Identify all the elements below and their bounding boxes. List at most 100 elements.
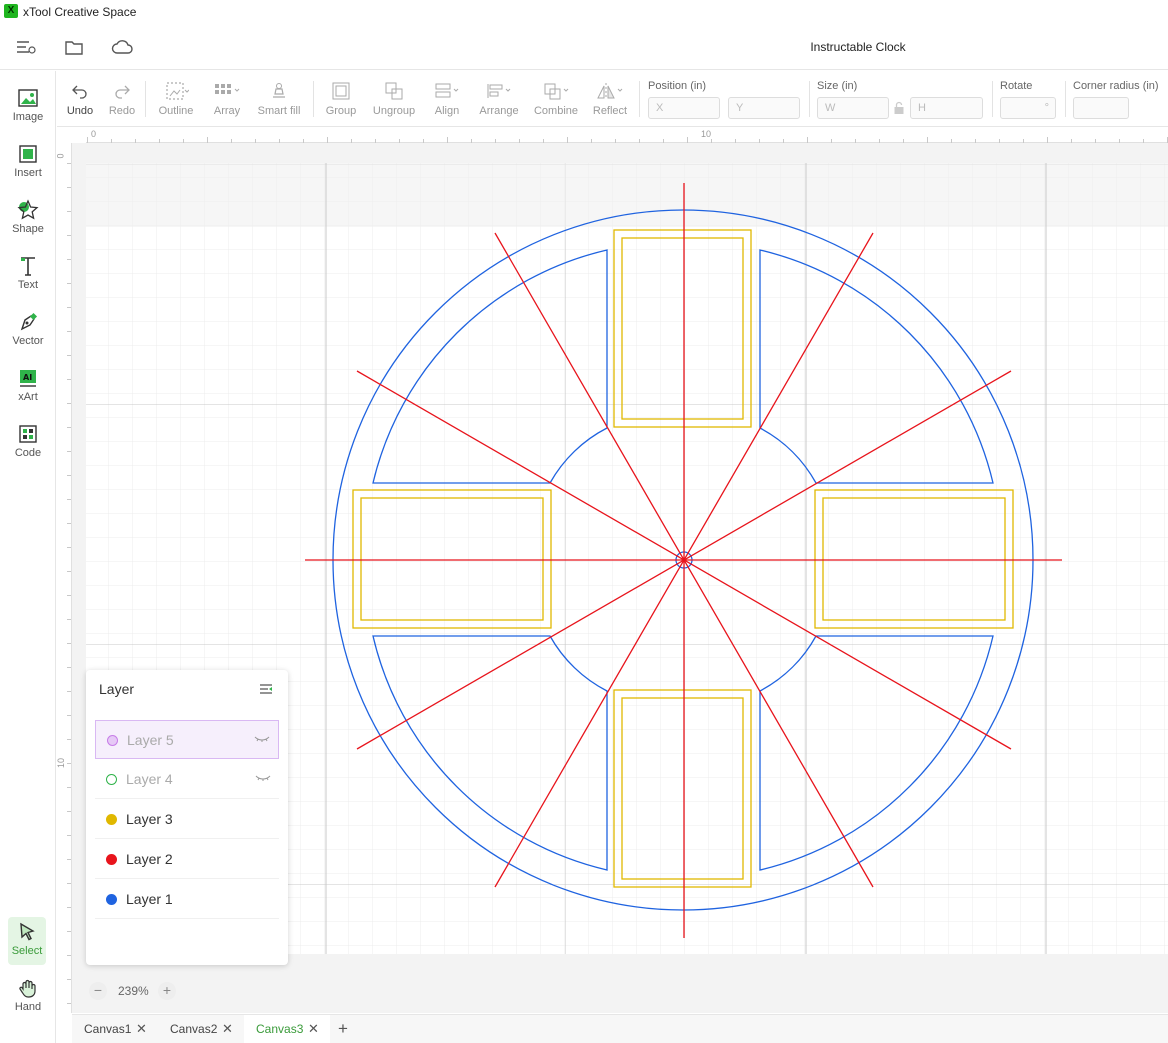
cloud-icon[interactable] [109,34,135,60]
insert-tool[interactable]: Insert [0,131,56,183]
position-x-field[interactable]: X [648,97,720,119]
ruler-tick [67,643,71,644]
code-tool[interactable]: Code [0,411,56,463]
insert-icon [19,145,37,163]
hand-tool[interactable]: Hand [0,971,56,1023]
left-ruler: 0 10 [55,143,72,1013]
text-tool-label: Text [17,279,39,291]
left-toolbar: Image Insert Shape Text Vector AI xArt C… [0,71,56,1043]
menu-icon[interactable] [13,34,39,60]
toolbar-divider [313,81,314,117]
eye-closed-icon[interactable] [254,734,270,744]
ruler-tick [67,691,71,692]
layer-name: Layer 2 [126,851,173,867]
ruler-tick [67,763,71,764]
insert-tool-label: Insert [14,167,42,179]
canvas-tab-label: Canvas2 [170,1022,218,1036]
folder-icon[interactable] [61,34,87,60]
layer-row[interactable]: Layer 4 [95,760,279,799]
shape-icon [17,199,39,220]
layer-row[interactable]: Layer 3 [95,800,279,839]
ruler-tick [67,211,71,212]
size-width-field[interactable]: W [817,97,889,119]
zoom-out-button[interactable]: − [89,982,107,1000]
canvas-tab[interactable]: Canvas1 ✕ [72,1015,158,1043]
eye-closed-icon[interactable] [255,773,271,783]
reflect-button[interactable]: Reflect [589,79,631,123]
image-tool[interactable]: Image [0,75,56,127]
ungroup-button[interactable]: Ungroup [369,79,419,123]
ruler-label: 0 [55,153,66,159]
ruler-tick [67,811,71,812]
svg-text:AI: AI [23,373,32,382]
align-button[interactable]: Align [429,79,465,123]
ruler-tick [67,787,71,788]
close-tab-icon[interactable]: ✕ [136,1021,147,1037]
zoom-in-button[interactable]: + [158,982,176,1000]
ruler-tick [67,163,71,164]
add-tab-button[interactable]: + [338,1019,348,1039]
group-button[interactable]: Group [321,79,361,123]
qr-code-icon [19,425,37,443]
undo-button[interactable]: Undo [63,79,97,123]
layer-row[interactable]: Layer 2 [95,840,279,879]
layer-color-indicator[interactable] [107,735,118,746]
arrange-button[interactable]: Arrange [477,79,521,123]
ruler-tick [67,715,71,716]
ruler-tick [67,595,71,596]
redo-icon [115,85,130,99]
undo-label: Undo [66,105,94,117]
zoom-level[interactable]: 239% [118,984,149,998]
arrange-label: Arrange [479,105,519,117]
text-tool[interactable]: Text [0,243,56,295]
image-tool-label: Image [12,111,44,123]
layer-name: Layer 4 [126,771,173,787]
size-height-field[interactable]: H [910,97,983,119]
close-tab-icon[interactable]: ✕ [222,1021,233,1037]
array-button[interactable]: Array [207,79,247,123]
ruler-tick [67,619,71,620]
layer-color-indicator[interactable] [106,774,117,785]
layer-color-indicator[interactable] [106,894,117,905]
position-y-field[interactable]: Y [728,97,800,119]
rotate-field[interactable]: ° [1000,97,1056,119]
layer-row[interactable]: Layer 5 [95,720,279,759]
combine-icon [544,83,569,100]
ruler-tick [67,307,71,308]
shape-tool-label: Shape [12,223,44,235]
close-tab-icon[interactable]: ✕ [308,1021,319,1037]
layer-color-indicator[interactable] [106,814,117,825]
combine-button[interactable]: Combine [531,79,581,123]
reflect-icon [597,83,623,99]
position-label: Position (in) [648,80,707,92]
shape-tool[interactable]: Shape [0,187,56,239]
app-title: xTool Creative Space [23,5,137,19]
canvas-tab[interactable]: Canvas2 ✕ [158,1015,244,1043]
arrange-icon [487,84,511,98]
vector-tool[interactable]: Vector [0,299,56,351]
code-tool-label: Code [14,447,42,459]
ruler-tick [67,931,71,932]
outline-button[interactable]: Outline [155,79,197,123]
layer-color-indicator[interactable] [106,854,117,865]
redo-button[interactable]: Redo [105,79,139,123]
canvas-tab-label: Canvas1 [84,1022,132,1036]
ruler-tick [67,739,71,740]
xart-icon: AI [20,370,36,387]
smart-fill-button[interactable]: Smart fill [255,79,303,123]
layer-row[interactable]: Layer 1 [95,880,279,919]
ruler-tick [67,187,71,188]
lock-icon[interactable] [893,101,905,115]
layer-menu-icon[interactable] [258,681,274,697]
ruler-tick [67,547,71,548]
grid-top-band [86,163,1168,227]
canvas-tab[interactable]: Canvas3 ✕ [244,1015,330,1043]
vector-tool-label: Vector [12,335,44,347]
corner-radius-field[interactable] [1073,97,1129,119]
hand-icon [19,979,36,998]
select-tool[interactable]: Select [8,917,46,965]
ruler-tick [67,907,71,908]
ruler-tick [67,379,71,380]
text-icon [21,257,35,276]
xart-tool[interactable]: AI xArt [0,355,56,407]
